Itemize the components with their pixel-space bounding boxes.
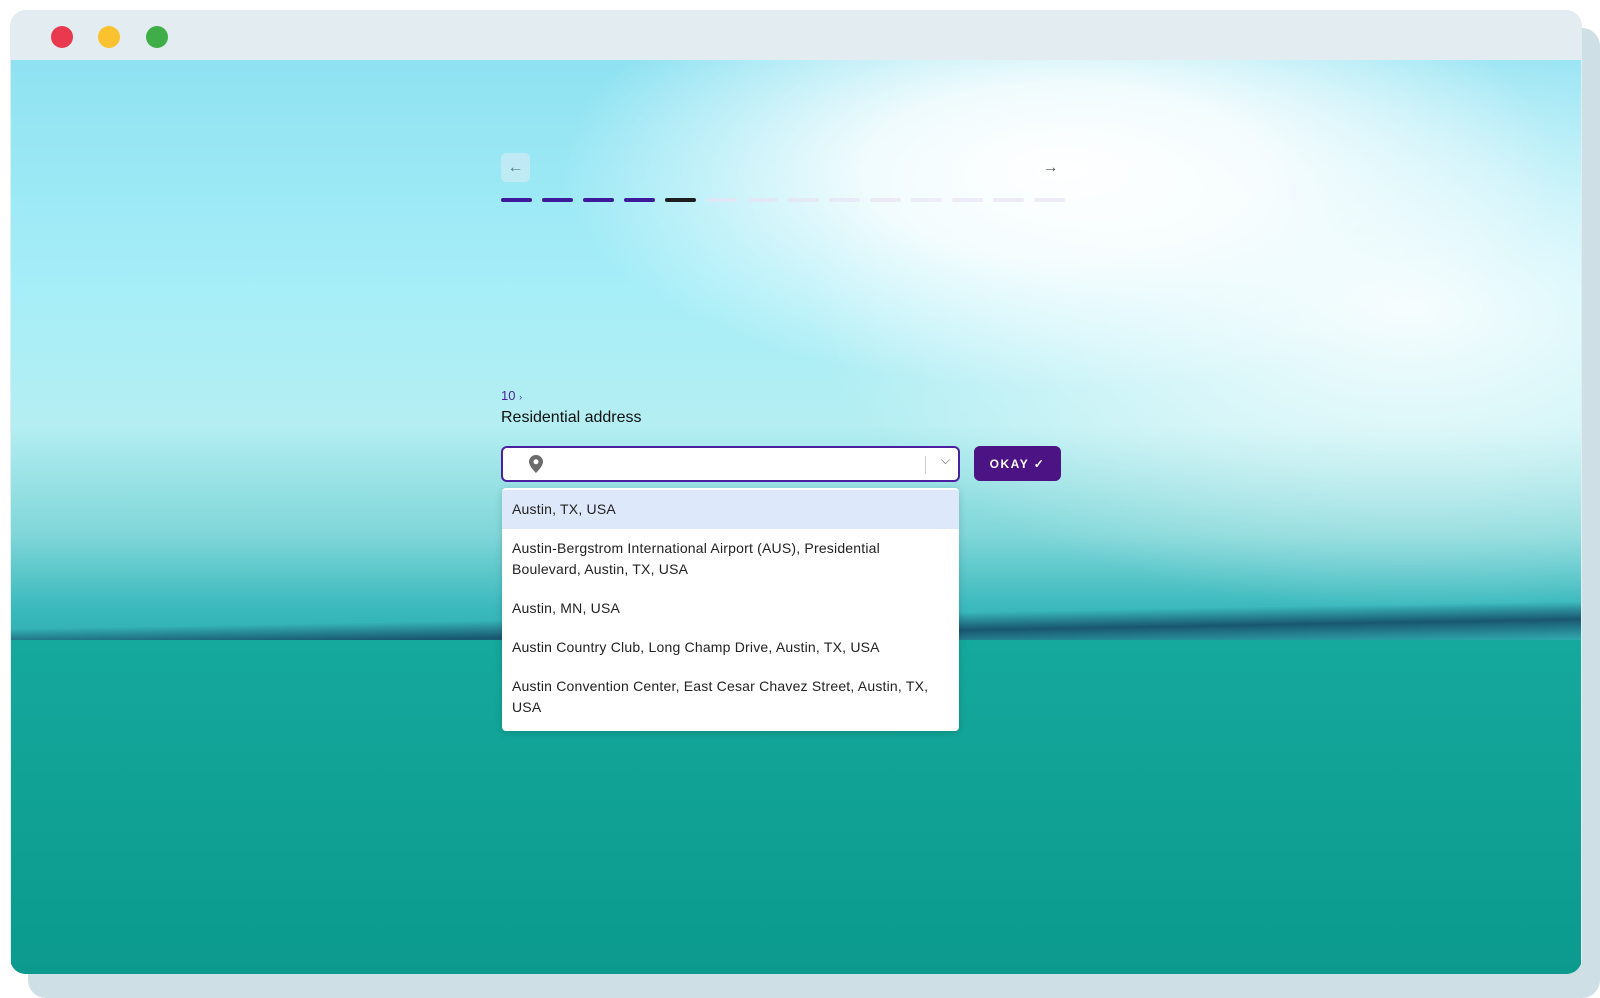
title-bar <box>10 10 1582 60</box>
arrow-right-icon: → <box>1042 158 1059 176</box>
close-window-button[interactable] <box>51 26 73 48</box>
browser-window: ← → 10 › Residential address ⌵ OKAY ✓ Au… <box>10 10 1582 974</box>
suggestion-item[interactable]: Austin Convention Center, East Cesar Cha… <box>502 667 959 727</box>
okay-button[interactable]: OKAY ✓ <box>974 446 1061 481</box>
progress-segment <box>542 198 573 202</box>
chevron-down-icon[interactable]: ⌵ <box>941 453 950 468</box>
suggestion-item[interactable]: Austin, TX, USA <box>502 490 959 529</box>
suggestion-item[interactable]: Austin, MN, USA <box>502 589 959 628</box>
progress-segment <box>501 198 532 202</box>
maximize-window-button[interactable] <box>146 26 168 48</box>
suggestion-item[interactable]: Austin Country Club, Long Champ Drive, A… <box>502 628 959 667</box>
map-pin-icon <box>529 455 543 473</box>
progress-segment <box>583 198 614 202</box>
question-arrow-icon: › <box>519 392 523 402</box>
previous-question-button[interactable]: ← <box>501 153 530 182</box>
progress-segment <box>624 198 655 202</box>
progress-bar <box>501 198 1065 202</box>
next-question-button[interactable]: → <box>1036 153 1065 182</box>
progress-segment <box>993 198 1024 202</box>
question-number-text: 10 <box>501 388 516 403</box>
question-number: 10 › <box>501 388 522 403</box>
address-input[interactable]: ⌵ <box>501 446 960 482</box>
progress-segment <box>952 198 983 202</box>
progress-segment <box>829 198 860 202</box>
progress-segment <box>870 198 901 202</box>
progress-segment <box>911 198 942 202</box>
progress-segment <box>1034 198 1065 202</box>
form-page: ← → 10 › Residential address ⌵ OKAY ✓ Au… <box>11 60 1581 974</box>
input-separator <box>925 456 926 474</box>
address-suggestions: Austin, TX, USA Austin-Bergstrom Interna… <box>502 488 959 731</box>
question-title: Residential address <box>501 409 642 426</box>
suggestion-item[interactable]: Austin-Bergstrom International Airport (… <box>502 529 959 589</box>
progress-segment <box>747 198 778 202</box>
arrow-left-icon: ← <box>507 158 524 176</box>
progress-segment <box>788 198 819 202</box>
progress-segment <box>706 198 737 202</box>
minimize-window-button[interactable] <box>98 26 120 48</box>
progress-segment <box>665 198 696 202</box>
